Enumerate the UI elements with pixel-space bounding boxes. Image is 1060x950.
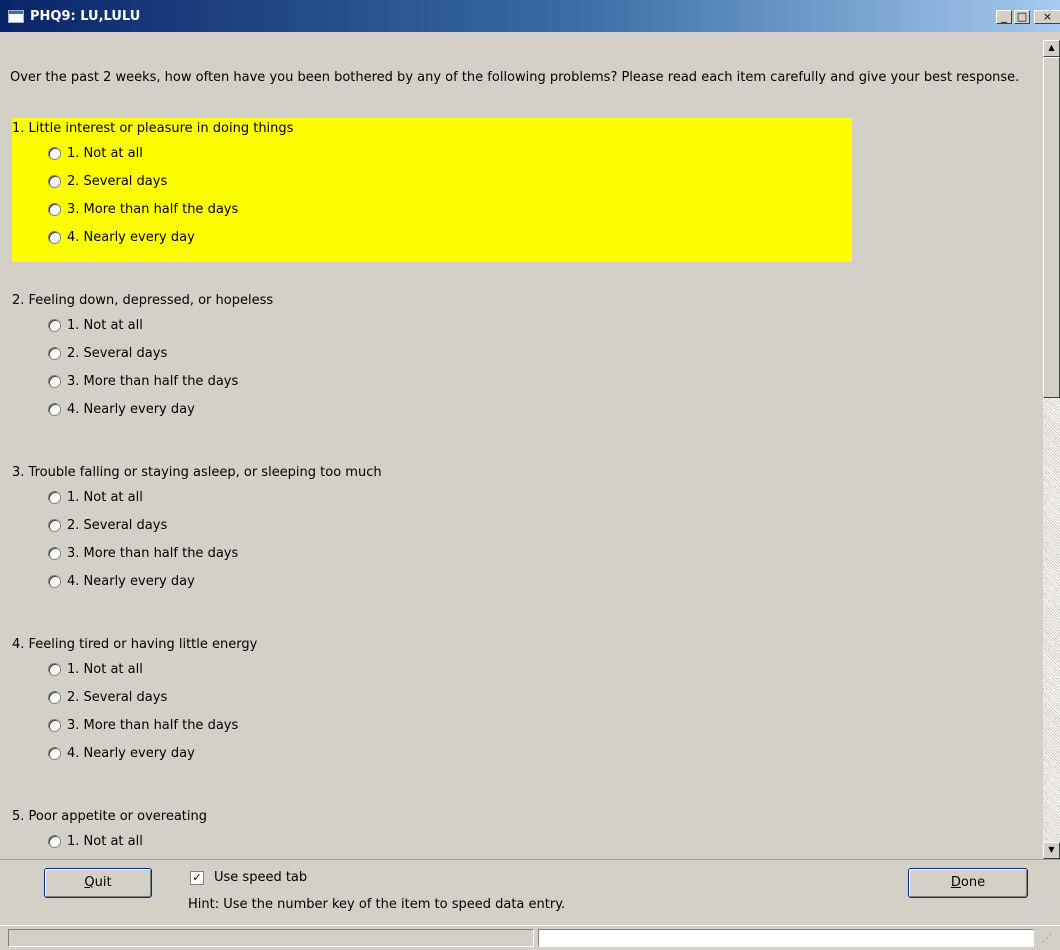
radio-button-icon[interactable] [48, 747, 61, 760]
answer-option-label: 2. Several days [67, 174, 168, 189]
question-label: 2. Feeling down, depressed, or hopeless [12, 293, 274, 308]
answer-option-label: 3. More than half the days [67, 718, 239, 733]
radio-button-icon[interactable] [48, 691, 61, 704]
window-icon [8, 10, 24, 23]
radio-button-icon[interactable] [48, 403, 61, 416]
done-button-mnemonic: D [950, 875, 961, 890]
answer-option-label: 3. More than half the days [67, 374, 239, 389]
question-4: 4. Feeling tired or having little energy… [12, 634, 852, 778]
answer-option-4[interactable]: 4. Nearly every day [48, 228, 308, 248]
answer-option-label: 4. Nearly every day [67, 574, 195, 589]
speed-tab-label[interactable]: Use speed tab [214, 869, 307, 886]
maximize-button[interactable]: □ [1014, 10, 1030, 24]
speed-tab-checkbox[interactable]: ✓ [190, 871, 204, 885]
answer-option-label: 2. Several days [67, 690, 168, 705]
answer-option-label: 3. More than half the days [67, 202, 239, 217]
quit-button[interactable]: Quit [44, 868, 152, 898]
question-label: 5. Poor appetite or overeating [12, 809, 207, 824]
answer-option-label: 1. Not at all [67, 146, 143, 161]
answer-option-label: 2. Several days [67, 346, 168, 361]
radio-button-icon[interactable] [48, 491, 61, 504]
radio-button-icon[interactable] [48, 519, 61, 532]
question-3: 3. Trouble falling or staying asleep, or… [12, 462, 852, 606]
answer-option-1[interactable]: 1. Not at all [48, 144, 308, 164]
radio-button-icon[interactable] [48, 175, 61, 188]
footer-panel: Quit ✓ Use speed tab Hint: Use the numbe… [0, 859, 1060, 926]
answer-option-label: 4. Nearly every day [67, 230, 195, 245]
done-button[interactable]: Done [908, 868, 1028, 898]
quit-button-mnemonic: Q [84, 875, 95, 890]
quit-button-label: uit [94, 875, 112, 890]
radio-button-icon[interactable] [48, 347, 61, 360]
scrollbar-track[interactable] [1043, 398, 1060, 844]
answer-option-3[interactable]: 3. More than half the days [48, 372, 308, 392]
radio-button-icon[interactable] [48, 231, 61, 244]
question-2: 2. Feeling down, depressed, or hopeless 1… [12, 290, 852, 434]
phq9-window: PHQ9: LU,LULU _ □ × Over the past 2 week… [0, 0, 1060, 950]
answer-option-4[interactable]: 4. Nearly every day [48, 572, 308, 592]
answer-option-1[interactable]: 1. Not at all [48, 316, 308, 336]
radio-button-icon[interactable] [48, 663, 61, 676]
question-label: 3. Trouble falling or staying asleep, or… [12, 465, 382, 480]
hint-text: Hint: Use the number key of the item to … [188, 897, 566, 912]
answer-option-3[interactable]: 3. More than half the days [48, 716, 308, 736]
title-bar[interactable]: PHQ9: LU,LULU _ □ × [0, 0, 1060, 32]
vertical-scrollbar[interactable]: ▲ ▼ [1043, 40, 1060, 859]
answer-option-2[interactable]: 2. Several days [48, 344, 308, 364]
radio-button-icon[interactable] [48, 319, 61, 332]
answer-option-1[interactable]: 1. Not at all [48, 488, 308, 508]
question-label: 4. Feeling tired or having little energy [12, 637, 258, 652]
answer-option-label: 2. Several days [67, 518, 168, 533]
radio-button-icon[interactable] [48, 719, 61, 732]
answer-option-3[interactable]: 3. More than half the days [48, 200, 308, 220]
minimize-button[interactable]: _ [996, 10, 1012, 24]
done-button-label: one [960, 875, 986, 890]
scrollbar-thumb[interactable] [1043, 57, 1060, 398]
radio-button-icon[interactable] [48, 203, 61, 216]
question-label: 1. Little interest or pleasure in doing … [12, 121, 294, 136]
resize-grip-icon[interactable]: ⋰ [1042, 932, 1056, 946]
window-title: PHQ9: LU,LULU [30, 9, 141, 24]
answer-option-1[interactable]: 1. Not at all [48, 832, 308, 852]
answer-option-label: 1. Not at all [67, 318, 143, 333]
answer-option-2[interactable]: 2. Several days [48, 172, 308, 192]
answer-option-3[interactable]: 3. More than half the days [48, 544, 308, 564]
answer-option-label: 4. Nearly every day [67, 402, 195, 417]
radio-button-icon[interactable] [48, 375, 61, 388]
close-button[interactable]: × [1034, 10, 1060, 24]
status-bar: ⋰ [0, 925, 1060, 950]
answer-option-1[interactable]: 1. Not at all [48, 660, 308, 680]
answer-option-label: 1. Not at all [67, 662, 143, 677]
status-pane-right [538, 929, 1034, 947]
scroll-up-icon[interactable]: ▲ [1043, 40, 1060, 57]
answer-option-2[interactable]: 2. Several days [48, 516, 308, 536]
instructions-text: Over the past 2 weeks, how often have yo… [10, 70, 1020, 85]
answer-option-2[interactable]: 2. Several days [48, 688, 308, 708]
scroll-down-icon[interactable]: ▼ [1043, 842, 1060, 859]
question-5: 5. Poor appetite or overeating 1. Not at … [12, 806, 852, 858]
answer-option-label: 1. Not at all [67, 834, 143, 849]
status-pane-left [8, 929, 534, 947]
radio-button-icon[interactable] [48, 835, 61, 848]
answer-option-label: 3. More than half the days [67, 546, 239, 561]
radio-button-icon[interactable] [48, 547, 61, 560]
answer-option-4[interactable]: 4. Nearly every day [48, 744, 308, 764]
answer-option-4[interactable]: 4. Nearly every day [48, 400, 308, 420]
questionnaire-panel: Over the past 2 weeks, how often have yo… [0, 32, 1043, 858]
radio-button-icon[interactable] [48, 147, 61, 160]
answer-option-label: 1. Not at all [67, 490, 143, 505]
radio-button-icon[interactable] [48, 575, 61, 588]
answer-option-label: 4. Nearly every day [67, 746, 195, 761]
question-1: 1. Little interest or pleasure in doing … [12, 118, 852, 262]
checkmark-icon: ✓ [192, 871, 202, 884]
